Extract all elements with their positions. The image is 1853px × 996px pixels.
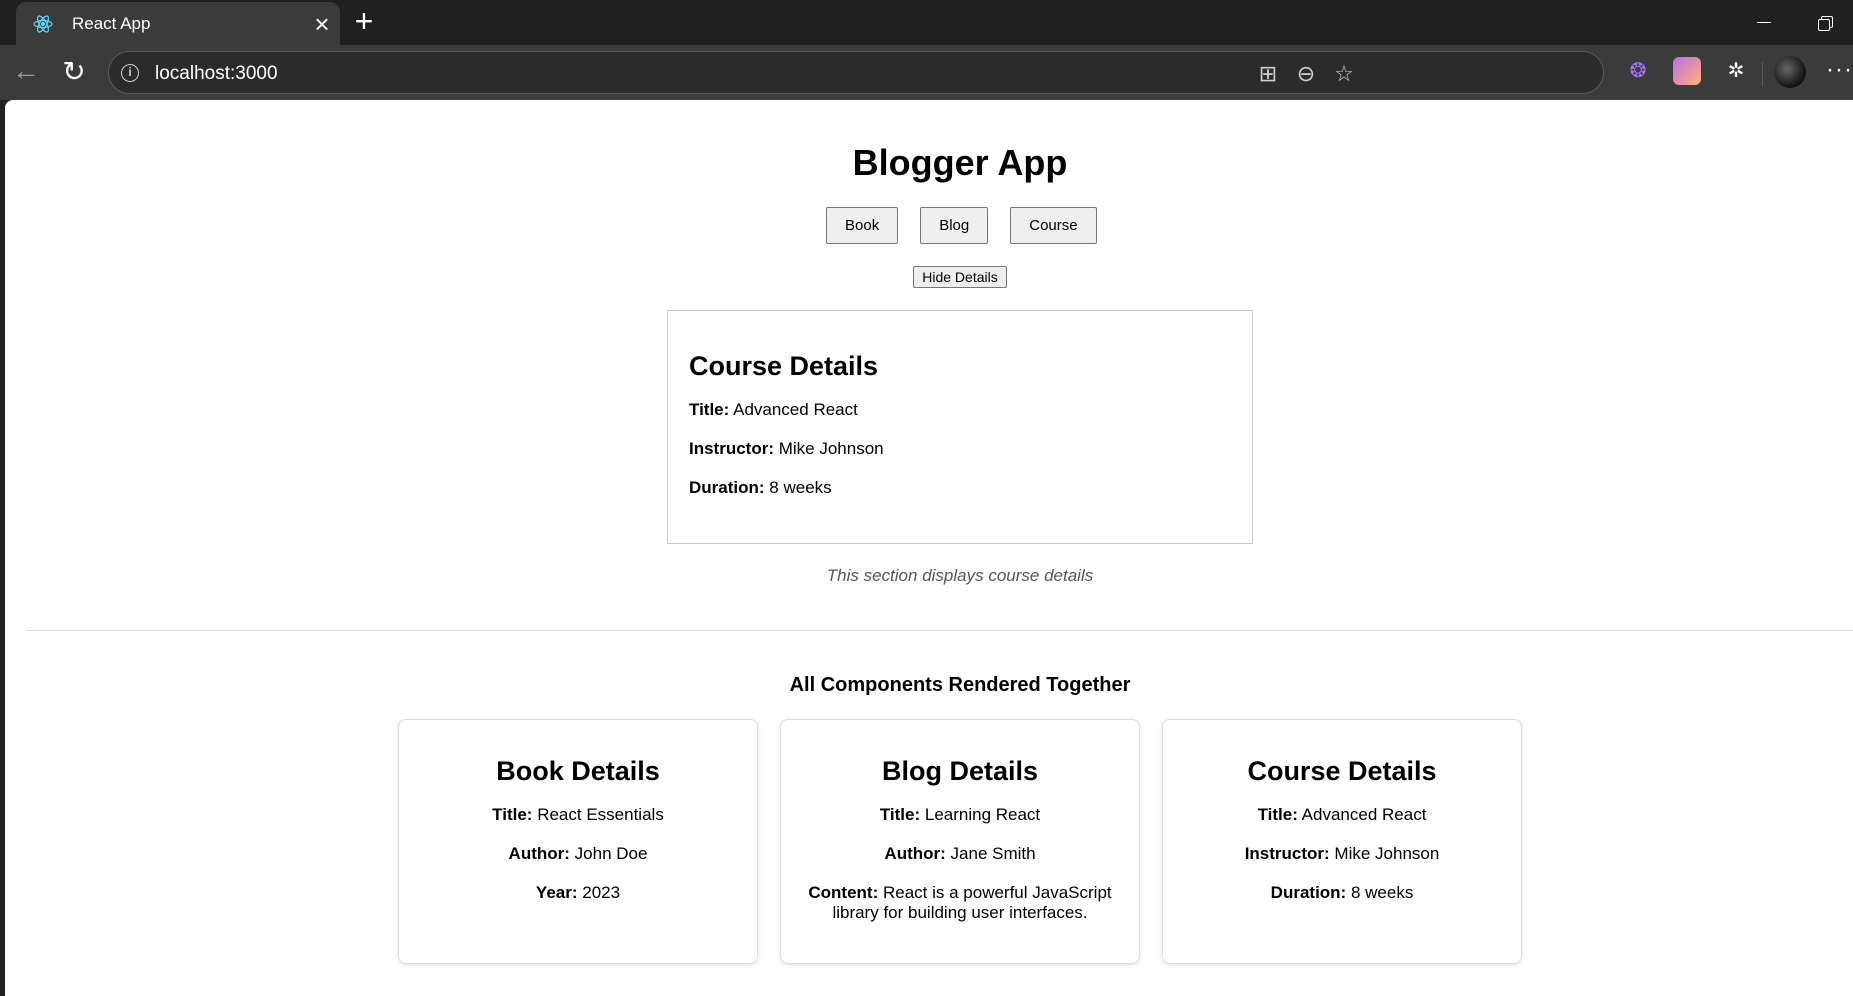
- favorite-star-icon[interactable]: ☆: [1331, 61, 1357, 87]
- card-row: Title: React Essentials: [419, 805, 737, 825]
- reload-icon[interactable]: ↻: [58, 56, 90, 88]
- more-options-icon[interactable]: ···: [1826, 58, 1853, 82]
- section-caption: This section displays course details: [826, 566, 1094, 585]
- field-label: Instructor:: [689, 439, 774, 458]
- card-heading: Blog Details: [881, 756, 1039, 786]
- card-heading: Course Details: [1247, 756, 1437, 786]
- new-tab-icon[interactable]: +: [348, 5, 380, 38]
- field-label: Year:: [535, 883, 578, 902]
- address-bar[interactable]: i localhost:3000 ⊞ ⊖ ☆: [108, 51, 1604, 94]
- field-value: Jane Smith: [950, 844, 1036, 863]
- all-components-heading: All Components Rendered Together: [789, 674, 1131, 696]
- split-screen-icon[interactable]: ⊞: [1255, 61, 1281, 87]
- view-buttons: Book Blog Course: [826, 207, 1097, 244]
- hide-details-button[interactable]: Hide Details: [913, 266, 1007, 288]
- url-text[interactable]: localhost:3000: [155, 63, 278, 85]
- field-value: Advanced React: [1301, 805, 1427, 824]
- extensions-puzzle-icon[interactable]: ✲: [1722, 57, 1750, 85]
- book-button[interactable]: Book: [826, 207, 899, 244]
- card-row: Title: Learning React: [801, 805, 1119, 825]
- card-row: Year: 2023: [419, 883, 737, 903]
- selected-details-panel: Course Details Title: Advanced React Ins…: [667, 310, 1253, 544]
- field-value: Advanced React: [733, 400, 858, 419]
- zoom-out-icon[interactable]: ⊖: [1293, 61, 1319, 87]
- blog-button[interactable]: Blog: [920, 207, 989, 244]
- course-button[interactable]: Course: [1010, 207, 1097, 244]
- detail-row: Duration: 8 weeks: [689, 478, 1231, 498]
- field-value: 8 weeks: [1350, 883, 1414, 902]
- field-label: Title:: [689, 400, 730, 419]
- field-label: Instructor:: [1244, 844, 1330, 863]
- back-arrow-icon[interactable]: ←: [10, 56, 42, 88]
- field-label: Title:: [1257, 805, 1298, 824]
- minimize-icon[interactable]: [1752, 10, 1776, 34]
- toolbar-divider: [1762, 62, 1763, 86]
- field-label: Author:: [884, 844, 946, 863]
- detail-row: Title: Advanced React: [689, 400, 1231, 420]
- tab-strip: React App × +: [0, 0, 1853, 45]
- card-row: Author: John Doe: [419, 844, 737, 864]
- page-viewport: Blogger App Book Blog Course Hide Detail…: [5, 100, 1853, 996]
- field-label: Duration:: [1270, 883, 1347, 902]
- card-row: Content: React is a powerful JavaScript …: [801, 883, 1119, 923]
- card-row: Duration: 8 weeks: [1183, 883, 1501, 903]
- detail-row: Instructor: Mike Johnson: [689, 439, 1231, 459]
- browser-tab[interactable]: React App ×: [16, 2, 340, 45]
- blog-card: Blog Details Title: Learning React Autho…: [780, 719, 1140, 964]
- field-value: John Doe: [574, 844, 648, 863]
- card-row: Title: Advanced React: [1183, 805, 1501, 825]
- info-icon[interactable]: i: [121, 64, 139, 82]
- book-card: Book Details Title: React Essentials Aut…: [398, 719, 758, 964]
- field-value: Mike Johnson: [1334, 844, 1440, 863]
- extension-app-icon[interactable]: [1673, 57, 1701, 85]
- horizontal-divider: [26, 630, 1853, 631]
- card-row: Instructor: Mike Johnson: [1183, 844, 1501, 864]
- field-value: Mike Johnson: [778, 439, 884, 458]
- course-card: Course Details Title: Advanced React Ins…: [1162, 719, 1522, 964]
- field-label: Content:: [808, 883, 879, 902]
- react-logo-icon: [32, 13, 54, 35]
- close-tab-icon[interactable]: ×: [304, 11, 340, 37]
- tab-title: React App: [72, 13, 151, 33]
- copilot-icon[interactable]: ❂: [1624, 57, 1652, 85]
- field-label: Title:: [492, 805, 533, 824]
- card-row: Author: Jane Smith: [801, 844, 1119, 864]
- field-label: Title:: [879, 805, 921, 824]
- field-label: Author:: [508, 844, 570, 863]
- profile-avatar[interactable]: [1774, 56, 1806, 88]
- page-title: Blogger App: [852, 142, 1068, 183]
- field-value: 8 weeks: [769, 478, 832, 497]
- details-heading: Course Details: [689, 351, 879, 381]
- field-value: 2023: [582, 883, 621, 902]
- field-value: React Essentials: [537, 805, 664, 824]
- navigation-bar: ← ↻ i localhost:3000 ⊞ ⊖ ☆: [0, 45, 1853, 100]
- card-heading: Book Details: [496, 756, 660, 786]
- restore-icon[interactable]: [1813, 12, 1839, 36]
- field-value: Learning React: [924, 805, 1041, 824]
- field-label: Duration:: [689, 478, 765, 497]
